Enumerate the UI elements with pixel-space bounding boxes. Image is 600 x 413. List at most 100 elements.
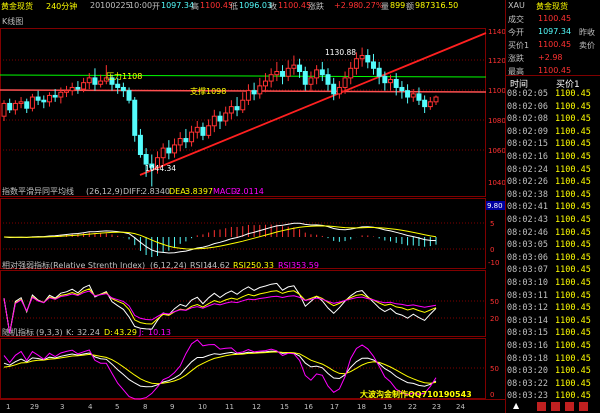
tick-price: 1100.45 xyxy=(555,227,591,238)
candle-body xyxy=(211,115,217,127)
kdj-d-value: 43.29 xyxy=(114,328,137,337)
quote-header: 黄金现货 240分钟 20100225 10:00 开 1097.34 高 11… xyxy=(0,0,505,13)
support-annotation: 支撑1098 xyxy=(190,86,226,96)
high-annotation: 1130.88 xyxy=(325,48,356,57)
candle-body xyxy=(18,101,24,104)
candle-body xyxy=(370,61,376,69)
candle-body xyxy=(348,67,354,79)
tick-row[interactable]: 08:03:18 1100.45 xyxy=(506,353,600,366)
tick-row[interactable]: 08:02:05 1100.45 xyxy=(506,88,600,101)
pane-frames xyxy=(0,28,505,400)
candle-body xyxy=(342,77,348,88)
y-tick: 1040 xyxy=(488,179,505,187)
candle-body xyxy=(297,64,303,72)
tick-price: 1100.45 xyxy=(555,278,591,288)
y-tick: -10 xyxy=(488,259,499,267)
trend-line[interactable] xyxy=(139,32,487,176)
tick-row[interactable]: 08:03:16 1100.45 xyxy=(506,340,600,353)
y-tick: 1140 xyxy=(488,28,505,36)
tick-time: 08:03:23 xyxy=(507,391,548,402)
candle-body xyxy=(69,86,75,92)
macd-dea-value: 3.8397 xyxy=(185,187,213,196)
tick-row[interactable]: 08:02:08 1100.45 xyxy=(506,113,600,126)
tick-row[interactable]: 08:03:20 1100.45 xyxy=(506,365,600,378)
tick-time: 08:03:12 xyxy=(507,303,548,314)
rsi-pane-frame xyxy=(0,270,486,337)
candle-body xyxy=(200,126,206,136)
tick-time: 08:02:38 xyxy=(507,189,548,200)
candle-body xyxy=(416,93,422,101)
tick-row[interactable]: 08:03:06 1100.45 xyxy=(506,252,600,265)
tick-row[interactable]: 08:03:11 1100.45 xyxy=(506,290,600,303)
tick-row[interactable]: 08:02:06 1100.45 xyxy=(506,101,600,114)
y-tick: 1120 xyxy=(488,57,505,65)
tick-row[interactable]: 08:03:07 1100.45 xyxy=(506,264,600,277)
alert-icon[interactable] xyxy=(551,402,560,411)
pressure-line[interactable] xyxy=(0,74,487,78)
y-tick: 9.80 xyxy=(487,202,503,210)
candle-body xyxy=(427,101,433,108)
tick-row[interactable]: 08:03:12 1100.45 xyxy=(506,302,600,315)
tick-time: 08:03:15 xyxy=(507,328,548,339)
quote-row: 今开 1097.34 昨收 xyxy=(506,26,600,39)
main-pane-label: K线图 xyxy=(2,16,23,26)
tick-row[interactable]: 08:02:43 1100.45 xyxy=(506,214,600,227)
quote-label: 成交 xyxy=(508,15,524,24)
alert-icon[interactable] xyxy=(565,402,574,411)
tick-row[interactable]: 08:02:24 1100.45 xyxy=(506,164,600,177)
quote-label-2: 昨收 xyxy=(579,28,595,37)
y-tick: 50 xyxy=(490,298,499,306)
quote-row: 涨跌 +2.98 xyxy=(506,52,600,65)
page-down-icon[interactable]: ▲ xyxy=(513,401,519,410)
tick-row[interactable]: 08:02:09 1100.45 xyxy=(506,126,600,139)
x-tick: 5 xyxy=(115,403,119,411)
candle-body xyxy=(160,147,166,159)
amount-label: 额 xyxy=(406,2,414,11)
alert-icon[interactable] xyxy=(537,402,546,411)
x-tick: 15 xyxy=(280,403,289,411)
y-tick: 0 xyxy=(490,246,494,254)
kdj-y-axis: 50 0 xyxy=(490,365,499,399)
x-axis-labels: 1 29 3 4 5 8 9 10 11 12 15 16 17 18 19 22 23 24 xyxy=(6,403,465,411)
tick-row[interactable]: 08:02:46 1100.45 xyxy=(506,227,600,240)
kdj-k-value: 32.24 xyxy=(77,328,100,337)
tick-price: 1100.45 xyxy=(555,315,591,326)
tick-time: 08:03:06 xyxy=(507,252,548,263)
period-label[interactable]: 240分钟 xyxy=(46,1,77,12)
x-tick: 12 xyxy=(252,403,261,411)
tick-time: 08:03:11 xyxy=(507,290,548,301)
candle-body xyxy=(12,102,18,111)
tick-time: 08:03:16 xyxy=(507,341,548,351)
candle-body xyxy=(262,80,268,87)
candle-body xyxy=(115,83,121,88)
tick-row[interactable]: 08:02:16 1100.45 xyxy=(506,151,600,164)
alert-icon[interactable] xyxy=(579,402,588,411)
tick-row[interactable]: 08:03:14 1100.45 xyxy=(506,315,600,328)
tick-price: 1100.45 xyxy=(555,89,591,99)
high-value: 1100.45 xyxy=(200,1,234,10)
candle-body xyxy=(194,126,200,133)
symbol-code: XAU xyxy=(508,1,525,10)
tick-row[interactable]: 08:02:41 1100.45 xyxy=(506,201,600,214)
watermark-text: 大波沟金制作QQ710190543 xyxy=(360,389,472,399)
candle-body xyxy=(166,147,172,154)
tick-row[interactable]: 08:02:26 1100.45 xyxy=(506,176,600,189)
tick-time: 08:03:07 xyxy=(507,265,548,276)
x-tick: 24 xyxy=(456,403,465,411)
tick-price: 1100.45 xyxy=(555,303,591,314)
tick-row[interactable]: 08:03:05 1100.45 xyxy=(506,239,600,252)
tick-price: 1100.45 xyxy=(555,378,591,389)
chart-area[interactable]: K线图 指数平滑异同平均线 (26,12,9) DIFF: 2.8340 DEA… xyxy=(0,13,505,413)
tick-row[interactable]: 08:03:15 1100.45 xyxy=(506,327,600,340)
tick-row[interactable]: 08:02:38 1100.45 xyxy=(506,189,600,202)
tick-price: 1100.45 xyxy=(555,164,591,175)
tick-row[interactable]: 08:02:15 1100.45 xyxy=(506,138,600,151)
quote-label: 买价1 xyxy=(508,41,530,50)
candle-body xyxy=(319,69,325,76)
tick-price: 1100.45 xyxy=(555,126,591,137)
macd-y-axis: 9.80 5 0 -10 xyxy=(487,202,503,267)
tick-row[interactable]: 08:03:22 1100.45 xyxy=(506,378,600,391)
tick-price: 1100.45 xyxy=(555,177,591,188)
tick-row[interactable]: 08:03:10 1100.45 xyxy=(506,277,600,290)
main-y-axis: 1140 1120 1100 1080 1060 1040 xyxy=(488,28,505,187)
